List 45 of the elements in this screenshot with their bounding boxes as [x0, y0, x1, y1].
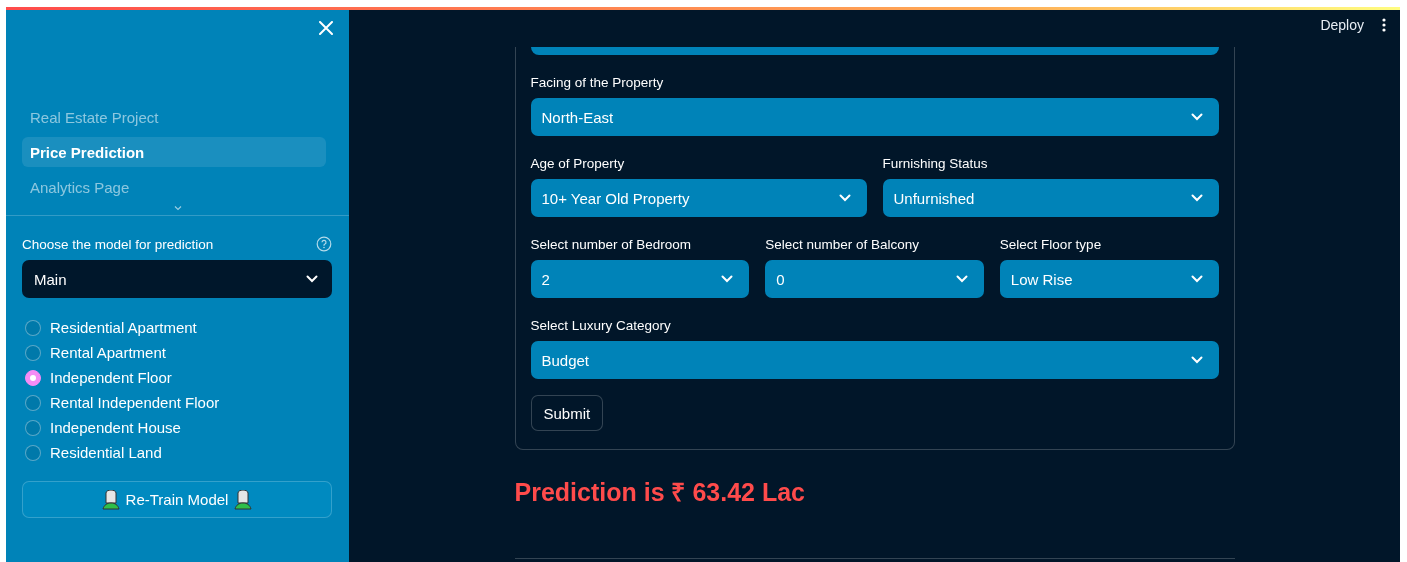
- figure-icon: [234, 489, 253, 510]
- radio-label[interactable]: Rental Apartment: [50, 344, 166, 361]
- nav-link[interactable]: Analytics Page: [22, 172, 326, 202]
- select-field[interactable]: 0: [765, 260, 984, 298]
- deploy-button[interactable]: Deploy: [1320, 17, 1364, 33]
- select-field[interactable]: Low Rise: [999, 260, 1219, 298]
- prediction-text: Prediction is ₹ 63.42 Lac: [514, 477, 806, 508]
- field-label: Furnishing Status: [882, 156, 989, 172]
- field-label: Facing of the Property: [530, 75, 665, 91]
- more-icon[interactable]: [1382, 18, 1386, 32]
- select-field[interactable]: Budget: [530, 341, 1219, 379]
- chevron-down-icon: [721, 275, 734, 283]
- select-field[interactable]: 2: [530, 260, 750, 298]
- radio-button[interactable]: [25, 369, 41, 386]
- close-icon[interactable]: [319, 21, 333, 35]
- chevron-down-icon: [955, 275, 968, 283]
- radio-label[interactable]: Rental Independent Floor: [50, 394, 220, 411]
- field-label: Age of Property: [530, 156, 626, 172]
- nav-link[interactable]: Real Estate Project: [22, 102, 326, 132]
- chevron-down-icon: [838, 194, 851, 202]
- chevron-down-icon: [1190, 194, 1203, 202]
- model-select[interactable]: Main: [22, 260, 332, 298]
- field-label: Choose the model for prediction: [22, 236, 214, 252]
- select-field[interactable]: North-East: [530, 98, 1219, 136]
- figure-icon: [101, 489, 120, 510]
- select-field[interactable]: [530, 47, 1219, 55]
- field-label: Select Luxury Category: [530, 318, 672, 334]
- field-label: Select number of Balcony: [765, 237, 920, 253]
- radio-label[interactable]: Independent Floor: [50, 369, 172, 386]
- radio-label[interactable]: Residential Land: [50, 444, 162, 461]
- chevron-down-icon: [306, 275, 318, 283]
- help-icon[interactable]: [316, 236, 332, 252]
- chevron-down-icon[interactable]: [173, 205, 182, 211]
- radio-label[interactable]: Independent House: [50, 419, 181, 436]
- select-field[interactable]: 10+ Year Old Property: [530, 179, 867, 217]
- retrain-button[interactable]: Re-Train Model: [22, 481, 332, 518]
- chevron-down-icon: [1190, 275, 1203, 283]
- chevron-down-icon: [1190, 113, 1203, 121]
- field-label: Select Floor type: [999, 237, 1103, 253]
- radio-label[interactable]: Residential Apartment: [50, 319, 197, 336]
- chevron-down-icon: [1190, 356, 1203, 364]
- field-label: Select number of Bedroom: [530, 237, 693, 253]
- nav-link[interactable]: Price Prediction: [22, 137, 326, 167]
- submit-button[interactable]: Submit: [530, 395, 604, 431]
- select-field[interactable]: Unfurnished: [882, 179, 1219, 217]
